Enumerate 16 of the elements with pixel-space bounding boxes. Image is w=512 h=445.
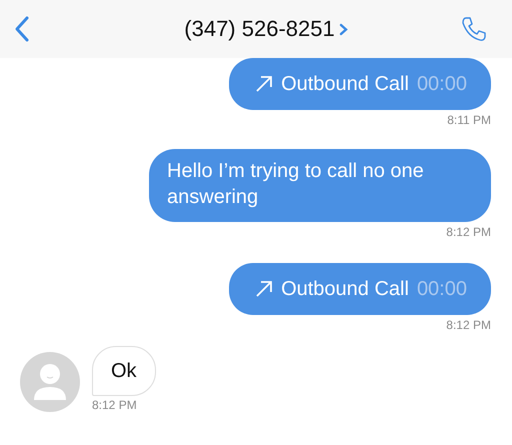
outgoing-arrow-icon — [255, 280, 274, 298]
avatar-icon — [20, 352, 80, 412]
contact-title[interactable]: (347) 526-8251 — [184, 16, 335, 42]
phone-icon[interactable] — [460, 15, 488, 43]
message-time: 8:12 PM — [92, 398, 137, 412]
call-label: Outbound Call — [281, 277, 409, 302]
chevron-icon[interactable] — [338, 22, 348, 36]
message-bubble: Ok — [92, 346, 156, 396]
message-time: 8:12 PM — [446, 318, 491, 332]
message-time: 8:12 PM — [446, 225, 491, 239]
call-label: Outbound Call — [281, 72, 409, 97]
call-duration: 00:00 — [416, 72, 467, 97]
outgoing-arrow-icon — [255, 75, 274, 93]
message-bubble: Hello I’m trying to call no one answering — [149, 149, 491, 222]
call-duration: 00:00 — [416, 277, 467, 302]
message-time: 8:11 PM — [447, 113, 491, 127]
